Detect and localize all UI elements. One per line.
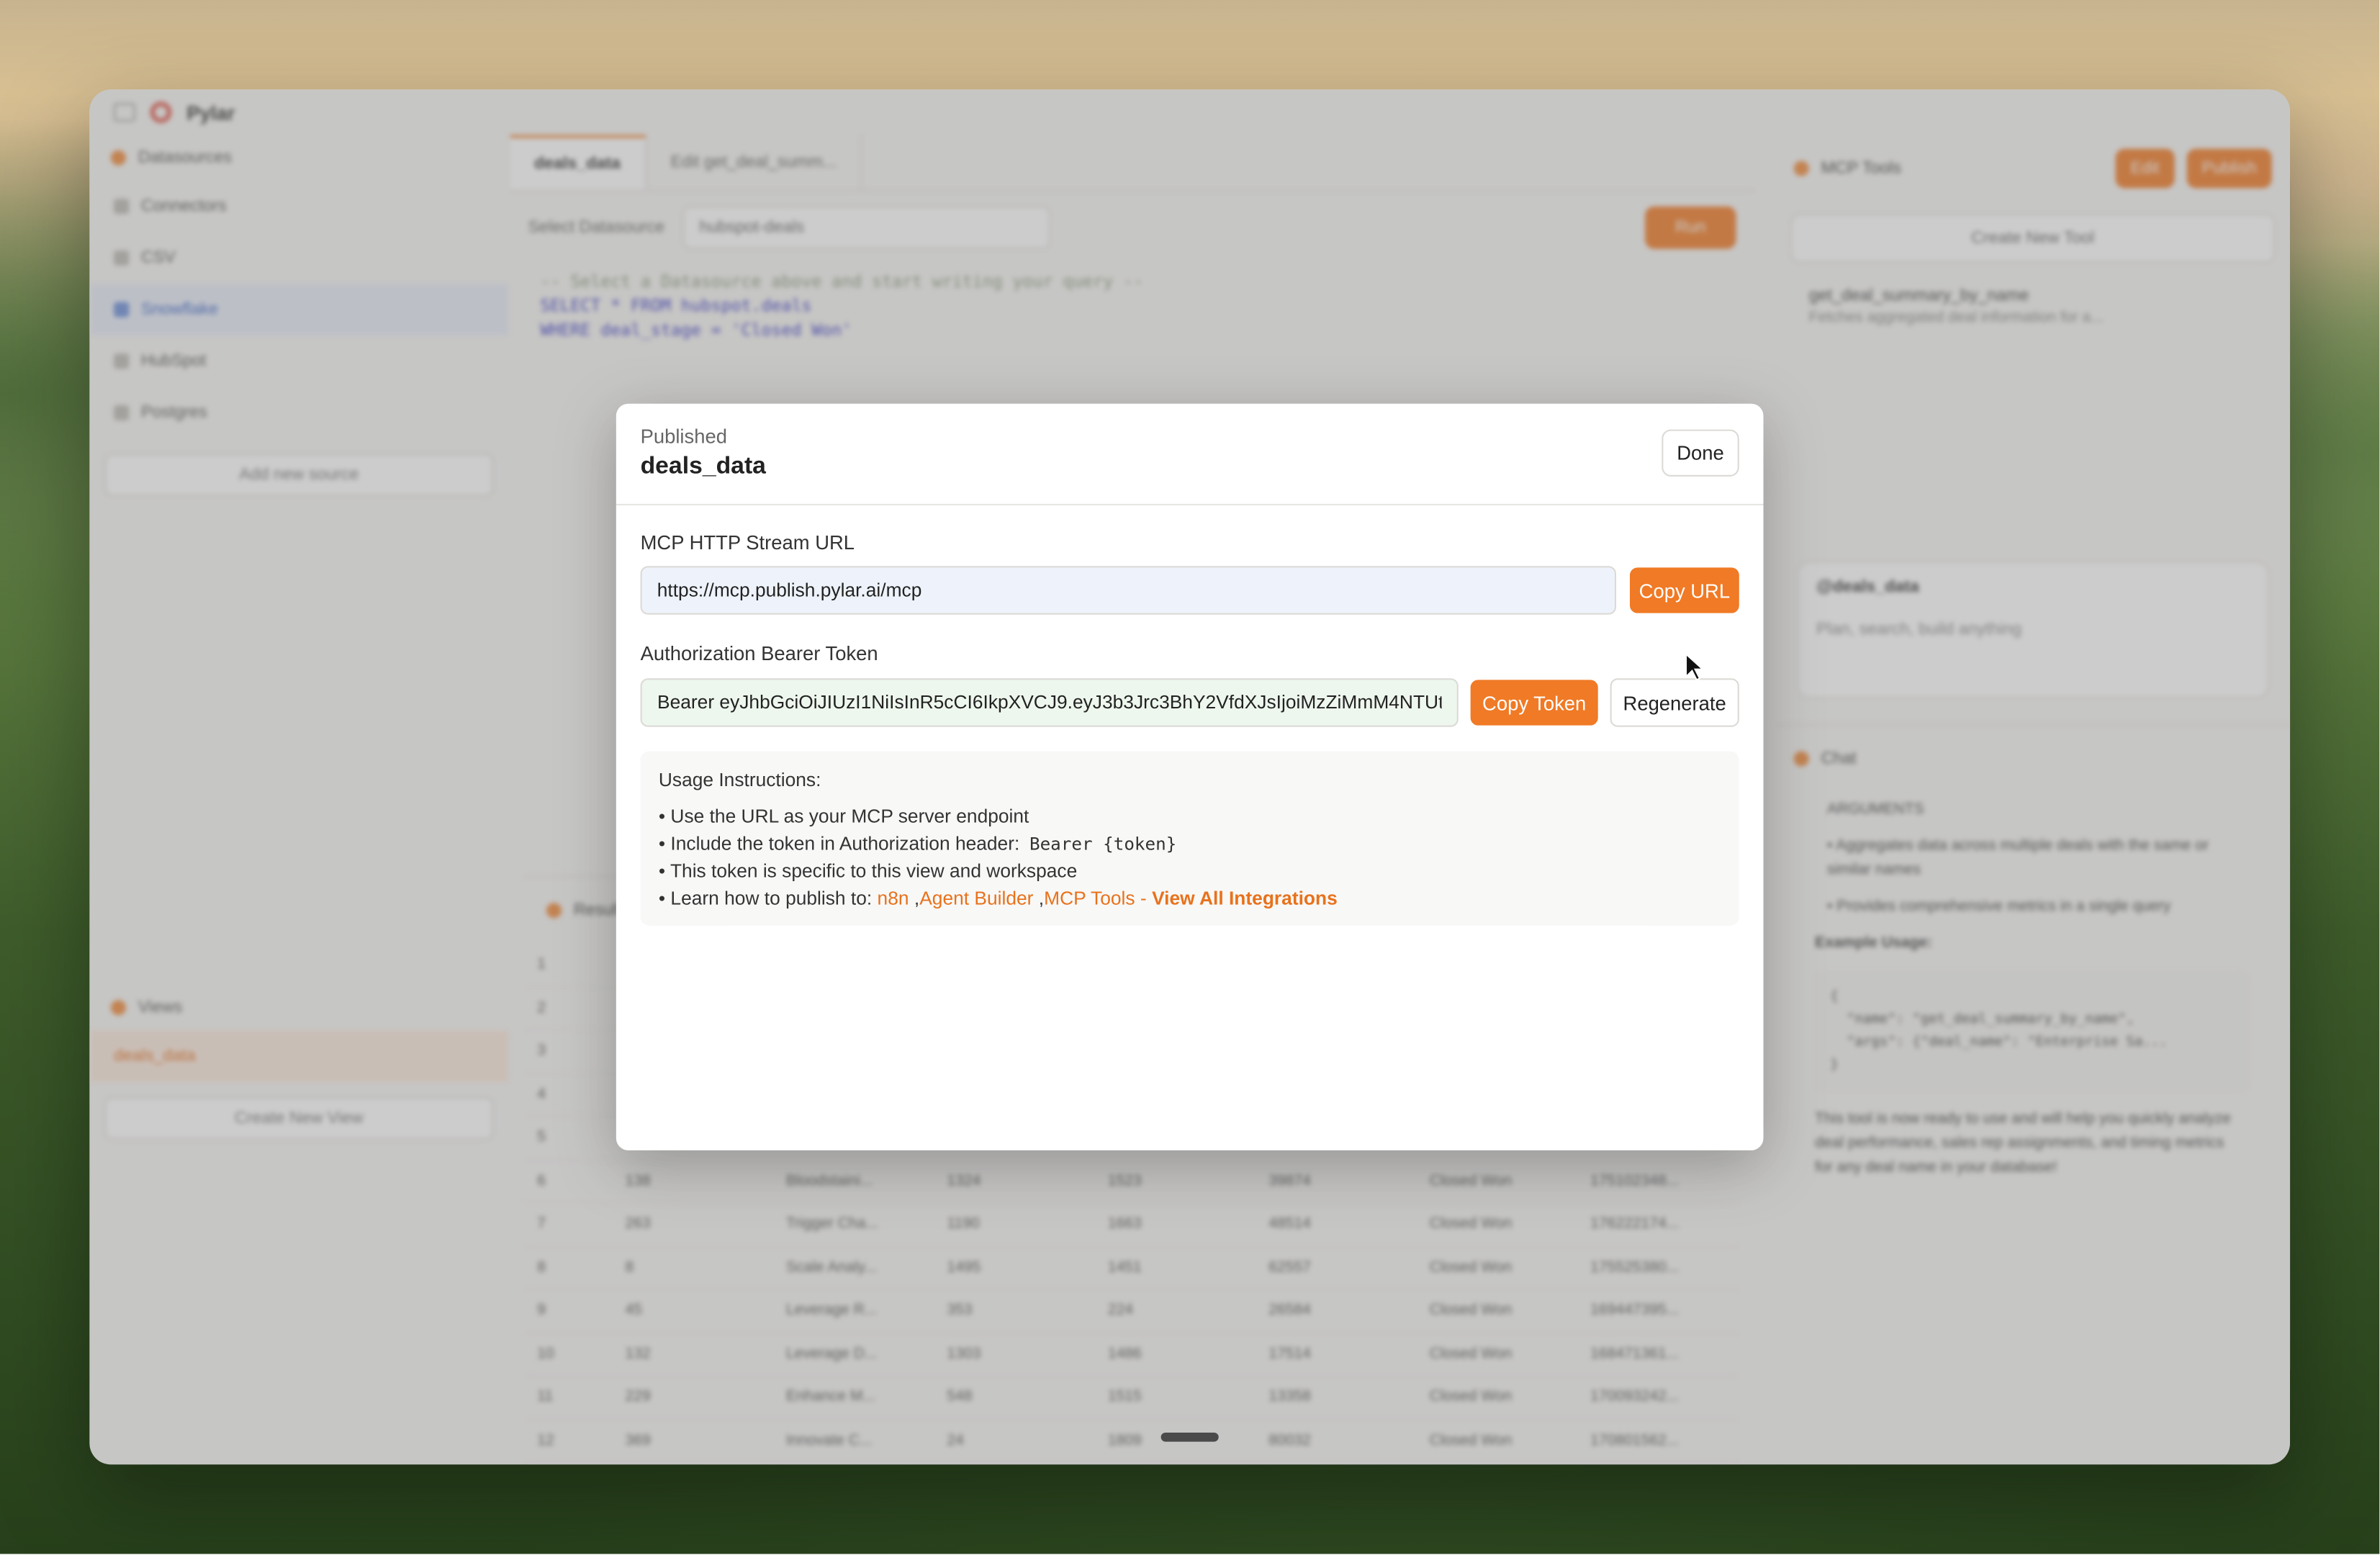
usage-line-text: • Include the token in Authorization hea… (658, 833, 1020, 855)
mouse-cursor-icon (1685, 652, 1705, 681)
mcp-url-field[interactable] (640, 566, 1617, 615)
copy-token-button[interactable]: Copy Token (1470, 680, 1598, 726)
usage-line-links: • Learn how to publish to: n8n ,Agent Bu… (658, 888, 1338, 909)
link-agent-builder[interactable]: Agent Builder (919, 888, 1033, 909)
publish-dialog: Published deals_data Done MCP HTTP Strea… (616, 403, 1764, 1150)
url-label: MCP HTTP Stream URL (640, 531, 855, 554)
bearer-token-field[interactable] (640, 678, 1459, 727)
dialog-header: Published deals_data Done (616, 404, 1764, 505)
usage-instructions: Usage Instructions: • Use the URL as you… (640, 751, 1739, 926)
link-n8n[interactable]: n8n (878, 888, 909, 909)
usage-title: Usage Instructions: (658, 769, 821, 791)
usage-line: • This token is specific to this view an… (658, 860, 1078, 882)
dialog-status: Published (640, 425, 727, 448)
token-label: Authorization Bearer Token (640, 641, 878, 665)
regenerate-button[interactable]: Regenerate (1610, 678, 1739, 727)
usage-line-text: • Learn how to publish to: (658, 888, 873, 909)
link-separator: - (1140, 888, 1147, 909)
done-button[interactable]: Done (1662, 429, 1739, 477)
link-mcp-tools[interactable]: MCP Tools (1044, 888, 1135, 909)
scroll-handle[interactable] (1160, 1432, 1219, 1442)
usage-line-header: • Include the token in Authorization hea… (659, 830, 1721, 857)
link-view-all-integrations[interactable]: View All Integrations (1152, 888, 1338, 909)
copy-url-button[interactable]: Copy URL (1629, 567, 1739, 613)
dialog-title: deals_data (640, 454, 766, 480)
usage-code: Bearer {token} (1029, 833, 1177, 855)
usage-line: • Use the URL as your MCP server endpoin… (658, 806, 1029, 827)
screen: Pylar Datasources Connectors CSV Snowfla… (0, 0, 2380, 1554)
